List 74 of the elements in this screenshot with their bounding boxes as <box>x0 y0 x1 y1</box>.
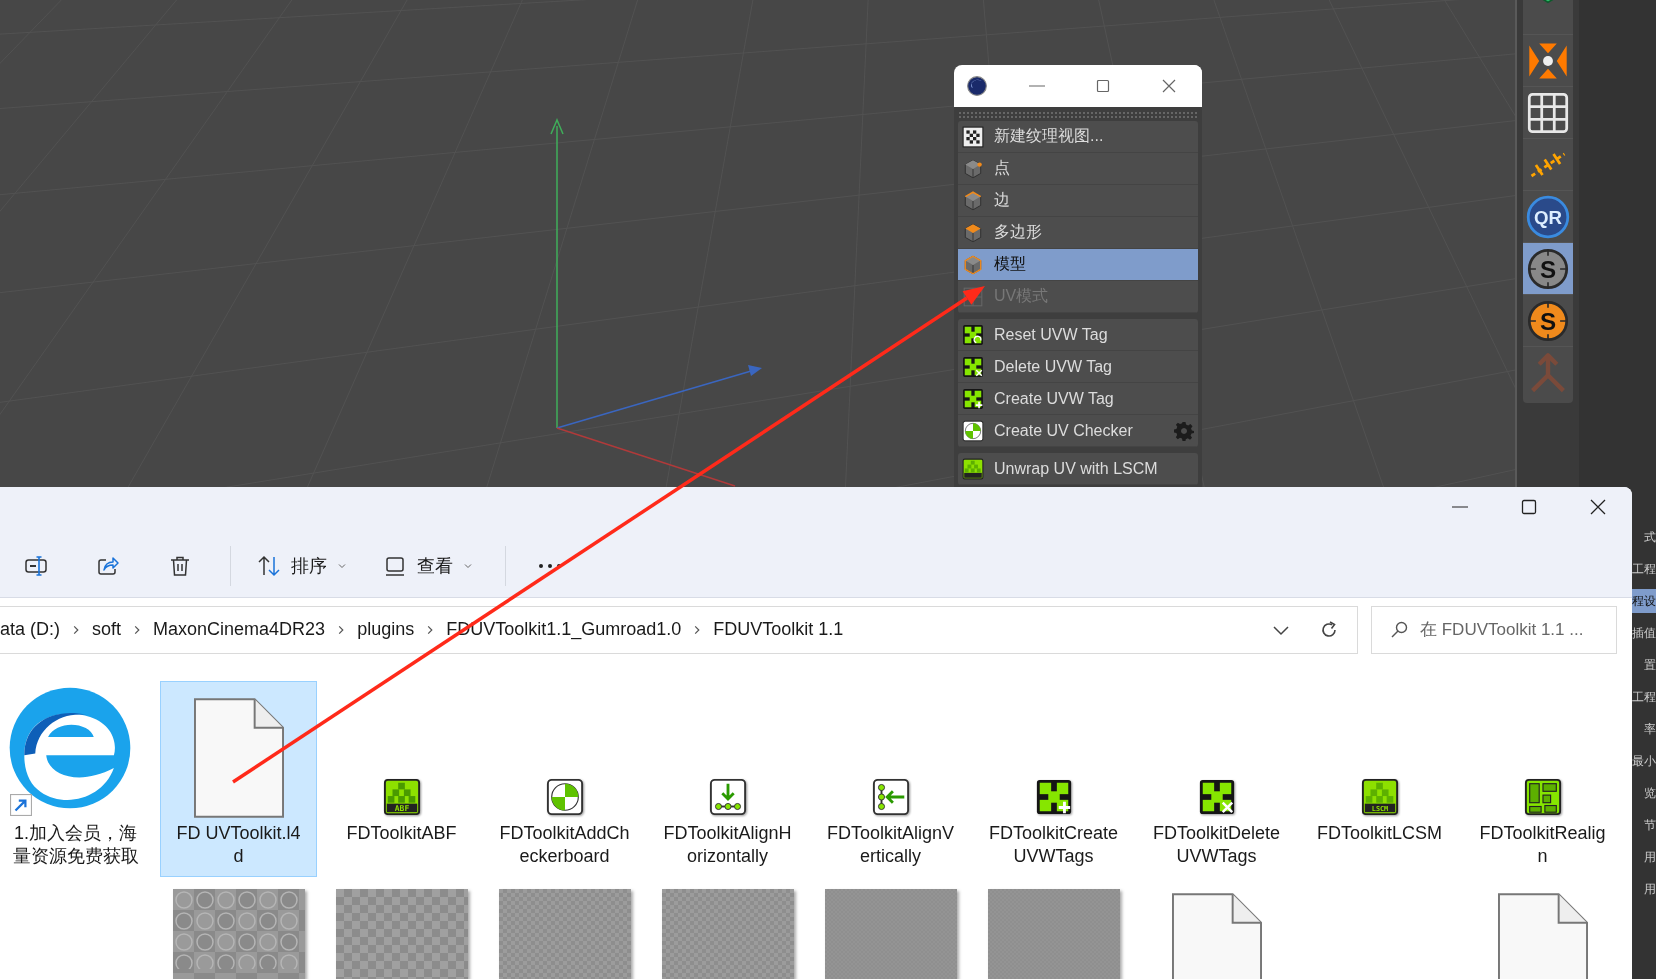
screen-icon <box>383 554 407 579</box>
settings-icon[interactable] <box>1174 420 1194 441</box>
panel-item[interactable]: 插值 <box>1631 621 1656 645</box>
qr-icon[interactable]: QR <box>1526 194 1570 239</box>
panel-item[interactable]: 节 <box>1643 813 1656 837</box>
menu-item[interactable]: Create UV Checker <box>958 415 1198 447</box>
close-icon <box>1589 499 1606 515</box>
sort-button[interactable]: 排序 <box>253 544 351 589</box>
minimize-icon <box>1451 506 1468 508</box>
view-button[interactable]: 查看 <box>379 544 477 589</box>
maximize-icon <box>1520 499 1537 515</box>
cube-icon <box>962 157 984 180</box>
checker-tile-icon <box>962 323 984 346</box>
grid-icon <box>962 285 984 308</box>
document-icon <box>193 698 284 818</box>
file-item[interactable]: FDToolkitRealign <box>1464 681 1621 877</box>
trash-icon <box>168 554 192 579</box>
search-icon <box>1389 619 1409 640</box>
cube-icon <box>962 221 984 244</box>
file-item[interactable]: FD UVToolkit.l4d <box>160 681 317 877</box>
arrow-tile-icon <box>708 778 747 816</box>
menu-item[interactable]: 点 <box>958 153 1198 185</box>
panel-item[interactable]: 用 <box>1643 877 1656 901</box>
grid-icon[interactable] <box>1526 90 1570 135</box>
panel-item[interactable]: 最小 <box>1631 749 1656 773</box>
path-crumb[interactable]: ata (D:) <box>0 619 60 641</box>
path-crumb[interactable]: MaxonCinema4DR23 <box>153 619 326 641</box>
checker-tile-icon <box>962 387 984 410</box>
menu-item[interactable]: Reset UVW Tag <box>958 319 1198 351</box>
panel-item[interactable]: 式 <box>1643 525 1656 549</box>
path-crumb[interactable]: soft <box>92 619 122 641</box>
checker-icon <box>962 125 984 148</box>
s-circle-icon[interactable]: S <box>1526 298 1570 343</box>
search-field[interactable]: 在 FDUVToolkit 1.1 ... <box>1371 605 1617 654</box>
panel-item[interactable]: 用 <box>1643 845 1656 869</box>
menu-item[interactable]: Delete UVW Tag <box>958 351 1198 383</box>
panel-item[interactable]: 置 <box>1643 653 1656 677</box>
path-crumb[interactable]: plugins <box>357 619 415 641</box>
minimize-icon <box>1029 85 1045 87</box>
panel-item[interactable]: 程设 <box>1631 589 1656 613</box>
panel-item[interactable]: 工程 <box>1631 557 1656 581</box>
text-cursor-icon <box>24 554 48 579</box>
checker-tile-icon <box>1197 778 1236 816</box>
file-item[interactable]: FDToolkitAlignVertically <box>812 681 969 877</box>
s-circle-icon[interactable]: S <box>1526 246 1570 291</box>
maximize-icon <box>1095 78 1111 94</box>
file-item[interactable]: FDToolkitAddCheckerboard <box>486 681 643 877</box>
panel-item[interactable]: 率 <box>1643 717 1656 741</box>
cube-icon <box>962 253 984 276</box>
block-tile-icon <box>962 457 984 480</box>
block-tile-icon <box>1523 778 1562 816</box>
file-item[interactable]: FDToolkitAlignHorizontally <box>649 681 806 877</box>
panel-item[interactable]: 工程 <box>1631 685 1656 709</box>
menu-item[interactable]: Create UVW Tag <box>958 383 1198 415</box>
cube-icon <box>962 189 984 212</box>
checker-tile-icon <box>1034 778 1073 816</box>
checker-tile-icon <box>962 355 984 378</box>
menu-item[interactable]: 边 <box>958 185 1198 217</box>
menu-item[interactable]: Unwrap UV with LSCM <box>958 453 1198 485</box>
menu-item[interactable]: 模型 <box>958 249 1198 281</box>
sphere-logo-icon <box>966 75 988 97</box>
menu-item[interactable]: 新建纹理视图... <box>958 121 1198 153</box>
file-item[interactable]: FDToolkitDeleteUVWTags <box>1138 681 1295 877</box>
arrow-tile-icon <box>871 778 910 816</box>
path-crumb[interactable]: FDUVToolkit 1.1 <box>713 619 844 641</box>
sphere-icon <box>962 419 984 442</box>
close-icon <box>1161 78 1177 94</box>
refresh-icon[interactable] <box>1319 619 1339 640</box>
panel-item[interactable]: 览 <box>1643 781 1656 805</box>
sort-icon <box>257 554 281 579</box>
grip-handle[interactable] <box>958 111 1198 119</box>
file-item[interactable]: 1.加入会员，海量资源免费获取 <box>0 681 154 877</box>
more-icon <box>538 562 562 571</box>
file-item[interactable]: FDToolkitCreateUVWTags <box>975 681 1132 877</box>
